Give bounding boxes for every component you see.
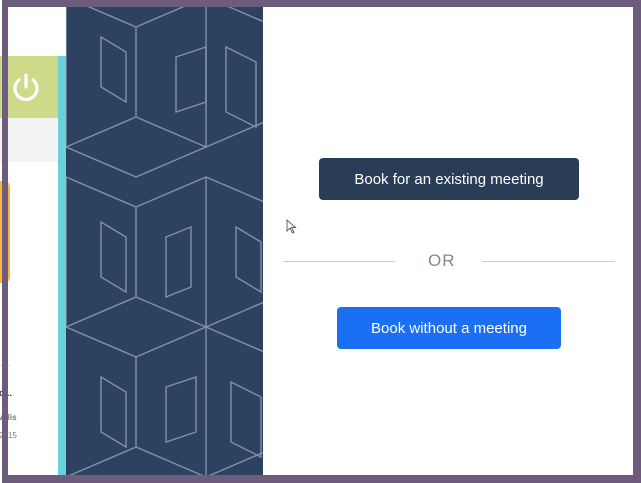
- separator-line-left: [283, 261, 395, 262]
- or-label: OR: [428, 251, 456, 270]
- divider: [0, 365, 10, 366]
- background-app-toolbar: [0, 118, 58, 162]
- background-item-year: 2015: [0, 431, 17, 440]
- modal-decorative-pattern: [66, 7, 263, 477]
- background-item-author: Villis: [0, 413, 17, 422]
- background-app-card[interactable]: [0, 181, 10, 283]
- mouse-cursor-icon: [286, 219, 297, 234]
- modal-content: Book for an existing meeting OR Book wit…: [263, 7, 633, 477]
- book-existing-meeting-button[interactable]: Book for an existing meeting: [319, 158, 579, 200]
- book-without-meeting-button[interactable]: Book without a meeting: [337, 307, 561, 349]
- background-app-header: [0, 56, 58, 118]
- background-app-window: co... Villis 2015: [0, 56, 66, 483]
- separator-line-right: [482, 261, 615, 262]
- hexagon-pattern-graphic: [66, 7, 263, 477]
- background-item-title: co...: [0, 388, 13, 398]
- power-icon[interactable]: [8, 70, 44, 106]
- or-separator: OR: [283, 247, 615, 277]
